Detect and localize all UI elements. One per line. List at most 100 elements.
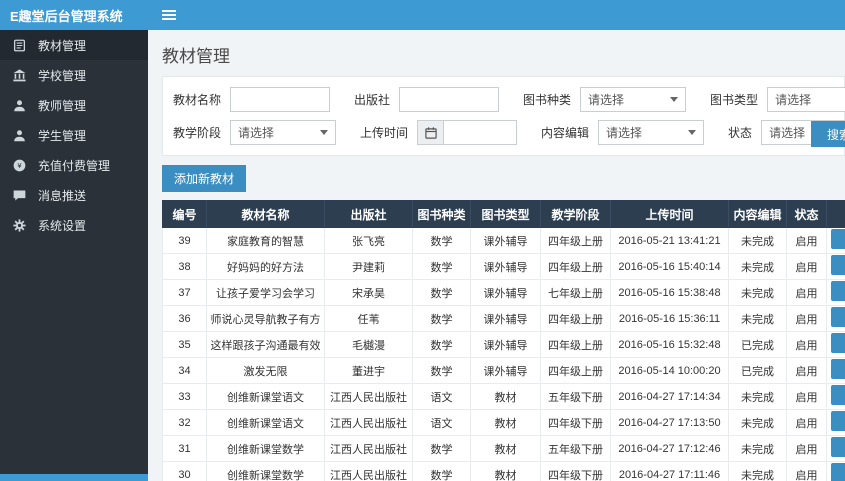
table-container: 编号 教材名称 出版社 图书种类 图书类型 教学阶段 上传时间 内容编辑 状态 39 家庭教育的智… — [162, 200, 845, 481]
materials-table: 编号 教材名称 出版社 图书种类 图书类型 教学阶段 上传时间 内容编辑 状态 39 家庭教育的智… — [162, 200, 845, 481]
main-content: 教材管理 教材名称 出版社 图书种类 请选择 图书类型 请选择 教学阶段 请选择 上传时间 内容… — [148, 30, 845, 481]
sidebar-item-label: 系统设置 — [38, 218, 87, 233]
column-header-3: 出版社 — [324, 200, 413, 228]
column-header-7: 上传时间 — [610, 200, 729, 228]
cell-type: 课外辅导 — [470, 227, 541, 254]
cell-pub: 江西人民出版社 — [324, 461, 413, 481]
cell-kind: 数学 — [412, 331, 471, 358]
row-action-button[interactable] — [830, 463, 845, 481]
filter-field-teaching-stage: 教学阶段 请选择 — [173, 120, 337, 145]
publisher-input[interactable] — [399, 87, 500, 112]
filter-label-publisher: 出版社 — [354, 93, 391, 107]
sidebar-item-4[interactable]: 学生管理 — [0, 120, 148, 150]
cell-type: 课外辅导 — [470, 357, 541, 384]
filter-field-publisher: 出版社 — [354, 87, 500, 112]
cell-action — [826, 357, 845, 384]
book-kind-select[interactable]: 请选择 — [580, 87, 687, 112]
table-row: 39 家庭教育的智慧 张飞亮 数学 课外辅导 四年级上册 2016-05-21 13:41:… — [162, 227, 845, 254]
cell-type: 课外辅导 — [470, 331, 541, 358]
table-row: 30 创维新课堂数学 江西人民出版社 数学 教材 四年级下册 2016-04-27 17:1… — [162, 461, 845, 481]
cell-type: 教材 — [470, 383, 541, 410]
table-row: 37 让孩子爱学习会学习 宋承昊 数学 课外辅导 七年级上册 2016-05-16 15:3… — [162, 279, 845, 306]
cell-action — [826, 435, 845, 462]
cell-editor: 未完成 — [728, 383, 787, 410]
column-header-6: 教学阶段 — [540, 200, 611, 228]
cell-kind: 数学 — [412, 279, 471, 306]
row-action-button[interactable] — [830, 333, 845, 353]
filter-label-upload-time: 上传时间 — [360, 126, 409, 140]
column-header-5: 图书类型 — [470, 200, 541, 228]
row-action-button[interactable] — [830, 255, 845, 275]
sidebar-item-5[interactable]: ¥ 充值付费管理 — [0, 150, 148, 180]
sidebar-item-3[interactable]: 教师管理 — [0, 90, 148, 120]
cell-editor: 未完成 — [728, 279, 787, 306]
sidebar-item-6[interactable]: 消息推送 — [0, 180, 148, 210]
book-type-select[interactable]: 请选择 — [767, 87, 845, 112]
teaching-stage-select[interactable]: 请选择 — [230, 120, 337, 145]
cell-id: 32 — [162, 409, 207, 436]
cell-editor: 已完成 — [728, 357, 787, 384]
sidebar: 教材管理 学校管理 教师管理学生管理 ¥ 充值付费管理 消息推送系统设置 — [0, 30, 148, 481]
cell-name: 让孩子爱学习会学习 — [206, 279, 325, 306]
cell-time: 2016-05-16 15:38:48 — [610, 279, 729, 306]
cell-status: 启用 — [786, 409, 827, 436]
cell-stage: 四年级上册 — [540, 305, 611, 332]
cell-time: 2016-05-16 15:36:11 — [610, 305, 729, 332]
cell-pub: 任苇 — [324, 305, 413, 332]
table-header-row: 编号 教材名称 出版社 图书种类 图书类型 教学阶段 上传时间 内容编辑 状态 — [162, 200, 845, 228]
book-type-selected-value: 请选择 — [775, 93, 812, 107]
row-action-button[interactable] — [830, 411, 845, 431]
cell-type: 教材 — [470, 435, 541, 462]
cell-pub: 江西人民出版社 — [324, 435, 413, 462]
row-action-button[interactable] — [830, 281, 845, 301]
filter-label-book-type: 图书类型 — [710, 93, 759, 107]
cell-status: 启用 — [786, 461, 827, 481]
filter-label-book-kind: 图书种类 — [523, 93, 572, 107]
page-title: 教材管理 — [162, 47, 230, 66]
content-editor-select[interactable]: 请选择 — [598, 120, 705, 145]
table-row: 38 好妈妈的好方法 尹建莉 数学 课外辅导 四年级上册 2016-05-16 15:40:… — [162, 253, 845, 280]
add-material-button[interactable]: 添加新教材 — [162, 165, 247, 192]
column-header-action — [826, 200, 845, 228]
cell-action — [826, 305, 845, 332]
school-icon — [13, 68, 31, 82]
cell-time: 2016-04-27 17:14:34 — [610, 383, 729, 410]
filter-row-1: 教材名称 出版社 图书种类 请选择 图书类型 请选择 — [173, 87, 845, 112]
row-action-button[interactable] — [830, 437, 845, 457]
status-selected-value: 请选择 — [769, 126, 806, 140]
cell-name: 创维新课堂数学 — [206, 461, 325, 481]
row-action-button[interactable] — [830, 359, 845, 379]
cell-name: 创维新课堂数学 — [206, 435, 325, 462]
upload-time-input[interactable] — [443, 120, 518, 145]
teaching-stage-selected-value: 请选择 — [238, 126, 275, 140]
sidebar-item-1[interactable]: 教材管理 — [0, 30, 148, 60]
chevron-down-icon — [688, 130, 697, 135]
cell-time: 2016-04-27 17:12:46 — [610, 435, 729, 462]
filter-label-status: 状态 — [728, 126, 753, 140]
row-action-button[interactable] — [830, 385, 845, 405]
cell-id: 39 — [162, 227, 207, 254]
cell-action — [826, 331, 845, 358]
cell-time: 2016-04-27 17:11:46 — [610, 461, 729, 481]
material-name-input[interactable] — [230, 87, 331, 112]
cell-stage: 四年级上册 — [540, 253, 611, 280]
sidebar-item-label: 学生管理 — [38, 128, 87, 143]
table-row: 34 激发无限 董进宇 数学 课外辅导 四年级上册 2016-05-14 10:00:20 已… — [162, 357, 845, 384]
cell-id: 30 — [162, 461, 207, 481]
sidebar-item-2[interactable]: 学校管理 — [0, 60, 148, 90]
cell-status: 启用 — [786, 357, 827, 384]
cell-pub: 宋承昊 — [324, 279, 413, 306]
row-action-button[interactable] — [830, 307, 845, 327]
search-button[interactable]: 搜索 — [811, 121, 845, 147]
cell-name: 好妈妈的好方法 — [206, 253, 325, 280]
menu-toggle-icon[interactable] — [162, 10, 176, 20]
app-title: E趣堂后台管理系统 — [10, 8, 123, 24]
cell-kind: 语文 — [412, 383, 471, 410]
sidebar-footer-bar — [0, 474, 148, 481]
cell-id: 33 — [162, 383, 207, 410]
cell-pub: 毛樾漫 — [324, 331, 413, 358]
sidebar-item-7[interactable]: 系统设置 — [0, 210, 148, 240]
cell-kind: 语文 — [412, 409, 471, 436]
cell-kind: 数学 — [412, 461, 471, 481]
row-action-button[interactable] — [830, 229, 845, 249]
